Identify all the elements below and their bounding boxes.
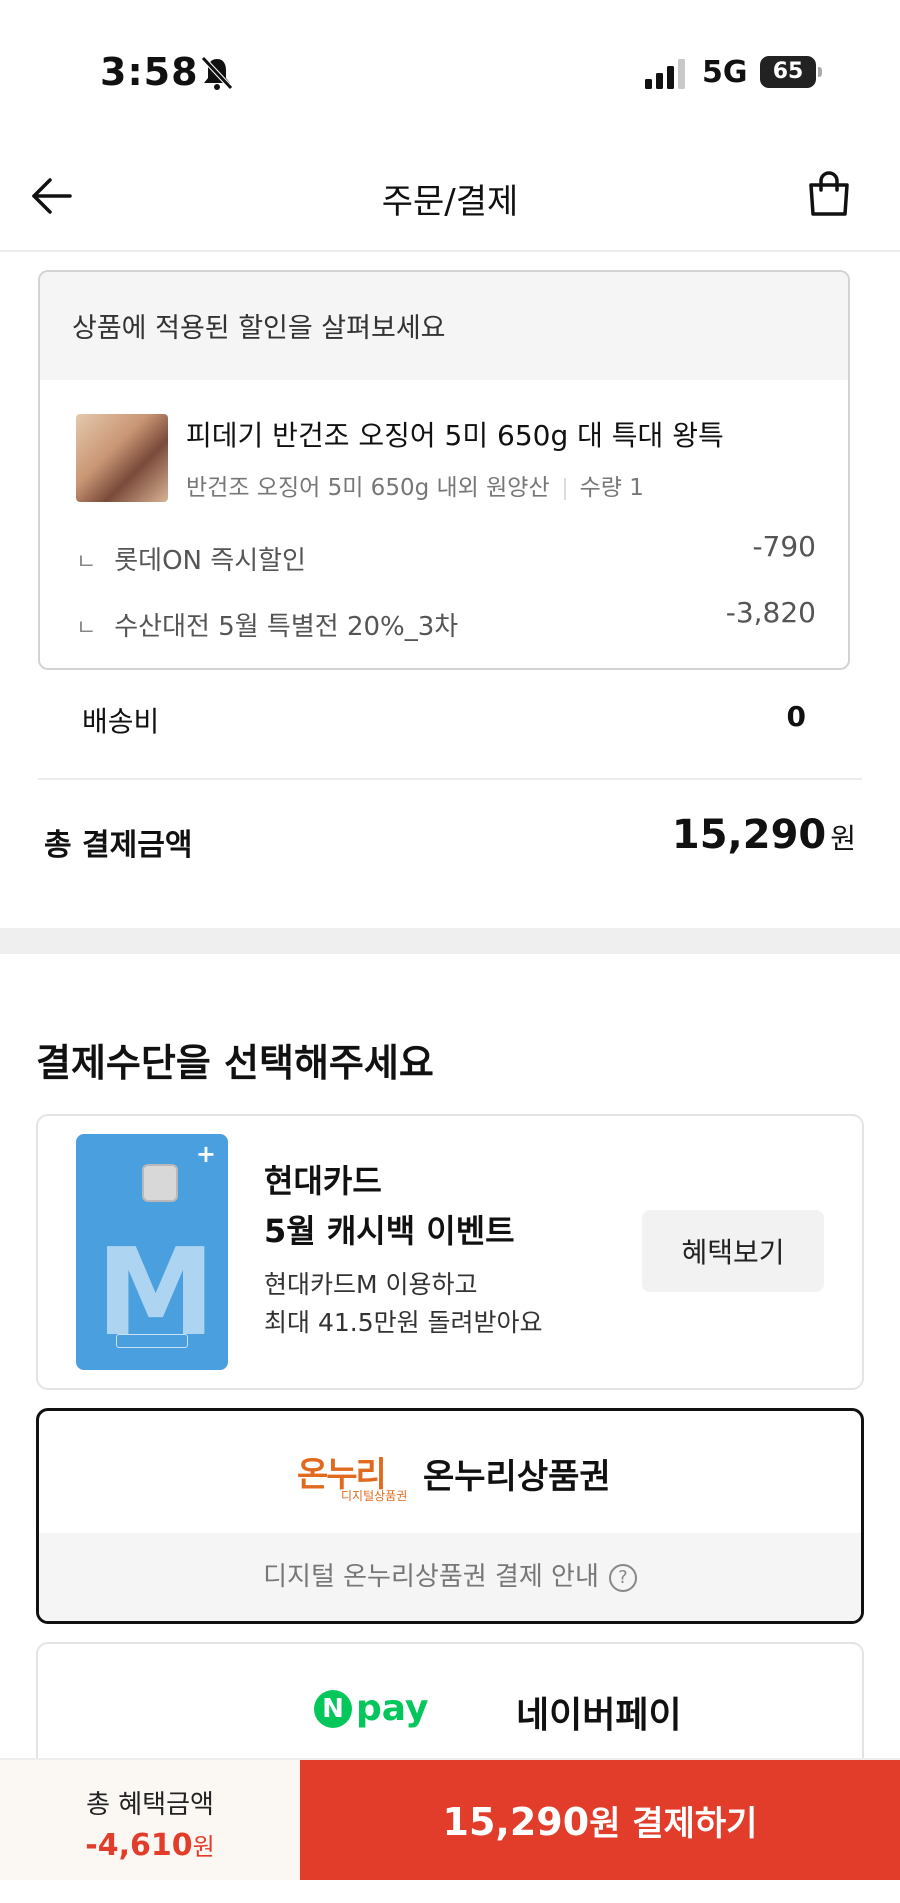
- total-label: 총 결제금액: [44, 828, 193, 863]
- onnuri-guide-text: 디지털 온누리상품권 결제 안내: [263, 1562, 599, 1592]
- promo-title-line1: 현대카드: [264, 1162, 382, 1200]
- benefit-amount-value: -4,610: [85, 1828, 193, 1863]
- benefit-unit: 원: [192, 1833, 215, 1861]
- shipping-label: 배송비: [82, 705, 160, 738]
- product-thumbnail: [76, 414, 168, 502]
- discount-label: ㄴ 롯데ON 즉시할인: [76, 540, 306, 577]
- page-title: 주문/결제: [381, 182, 519, 222]
- sub-item-icon: ㄴ: [76, 550, 97, 575]
- total-amount: 15,290 원: [672, 812, 856, 858]
- promo-desc-line2: 최대 41.5만원 돌려받아요: [264, 1308, 543, 1337]
- card-plus-mark: +: [195, 1140, 216, 1168]
- npay-logo-text: pay: [356, 1688, 429, 1729]
- discount-value: -790: [752, 530, 816, 563]
- shipping-value: 0: [786, 700, 806, 733]
- option-divider: [563, 477, 566, 500]
- promo-title-line2: 5월 캐시백 이벤트: [264, 1212, 515, 1250]
- shipping-row: 배송비 0: [82, 700, 806, 740]
- hyundai-card-image: + M: [76, 1134, 228, 1370]
- help-icon[interactable]: ?: [608, 1563, 637, 1592]
- npay-n-icon: N: [314, 1689, 352, 1728]
- discount-detail-box: 상품에 적용된 할인을 살펴보세요 피데기 반건조 오징어 5미 650g 대 …: [38, 270, 850, 670]
- card-chip-icon: [142, 1164, 178, 1202]
- discount-label: ㄴ 수산대전 5월 특별전 20%_3차: [76, 606, 458, 643]
- status-time: 3:58: [100, 50, 199, 94]
- card-brand-mark: [116, 1334, 188, 1348]
- promo-description: 현대카드M 이용하고 최대 41.5만원 돌려받아요: [264, 1266, 543, 1342]
- signal-icon: [645, 59, 685, 89]
- discount-label-text: 수산대전 5월 특별전 20%_3차: [114, 612, 459, 642]
- product-option: 반건조 오징어 5미 650g 내외 원양산 수량 1: [186, 468, 644, 502]
- bell-muted-icon: [201, 56, 233, 90]
- benefit-label: 총 혜택금액: [86, 1790, 214, 1820]
- divider: [38, 778, 862, 780]
- discount-heading: 상품에 적용된 할인을 살펴보세요: [40, 272, 848, 380]
- total-row: 총 결제금액 15,290 원: [44, 812, 856, 864]
- bottom-bar: 총 혜택금액 -4,610원 15,290원 결제하기: [0, 1758, 900, 1903]
- product-name: 피데기 반건조 오징어 5미 650g 대 특대 왕특: [186, 419, 724, 452]
- product-quantity: 수량 1: [579, 475, 644, 501]
- pay-button[interactable]: 15,290원 결제하기: [300, 1760, 900, 1880]
- hyundai-card-promo[interactable]: + M 현대카드 5월 캐시백 이벤트 현대카드M 이용하고 최대 41.5만원…: [36, 1114, 864, 1390]
- product-option-text: 반건조 오징어 5미 650g 내외 원양산: [186, 475, 550, 501]
- onnuri-logo-sub: 디지털상품권: [341, 1489, 408, 1503]
- pay-amount: 15,290: [442, 1799, 590, 1844]
- onnuri-payment-option[interactable]: 온누리 디지털상품권 온누리상품권 디지털 온누리상품권 결제 안내?: [36, 1408, 864, 1624]
- discount-value: -3,820: [725, 596, 816, 629]
- npay-name: 네이버페이: [516, 1695, 682, 1736]
- status-bar: 3:58 5G 65: [0, 0, 900, 140]
- battery-level: 65: [772, 59, 804, 84]
- benefit-amount: -4,610원: [0, 1827, 300, 1863]
- discount-label-text: 롯데ON 즉시할인: [114, 546, 306, 576]
- promo-desc-line1: 현대카드M 이용하고: [264, 1270, 478, 1299]
- shopping-bag-icon[interactable]: [806, 170, 852, 218]
- view-benefit-button[interactable]: 혜택보기: [642, 1210, 824, 1292]
- sub-item-icon: ㄴ: [76, 616, 97, 641]
- npay-logo: Npay: [314, 1688, 428, 1732]
- total-value: 15,290: [671, 812, 827, 858]
- network-label: 5G: [702, 55, 748, 90]
- pay-button-label: 원 결제하기: [589, 1803, 758, 1844]
- payment-section-title: 결제수단을 선택해주세요: [36, 1041, 434, 1085]
- header: 주문/결제: [0, 140, 900, 252]
- onnuri-logo: 온누리 디지털상품권: [297, 1447, 409, 1503]
- total-benefit-summary: 총 혜택금액 -4,610원: [0, 1760, 300, 1880]
- onnuri-option-top[interactable]: 온누리 디지털상품권 온누리상품권: [39, 1411, 861, 1533]
- section-separator: [0, 928, 900, 954]
- promo-title: 현대카드 5월 캐시백 이벤트: [264, 1156, 515, 1256]
- total-unit: 원: [830, 822, 856, 855]
- onnuri-name: 온누리상품권: [423, 1457, 611, 1497]
- onnuri-guide-link[interactable]: 디지털 온누리상품권 결제 안내?: [39, 1533, 861, 1621]
- battery-icon: 65: [760, 56, 822, 88]
